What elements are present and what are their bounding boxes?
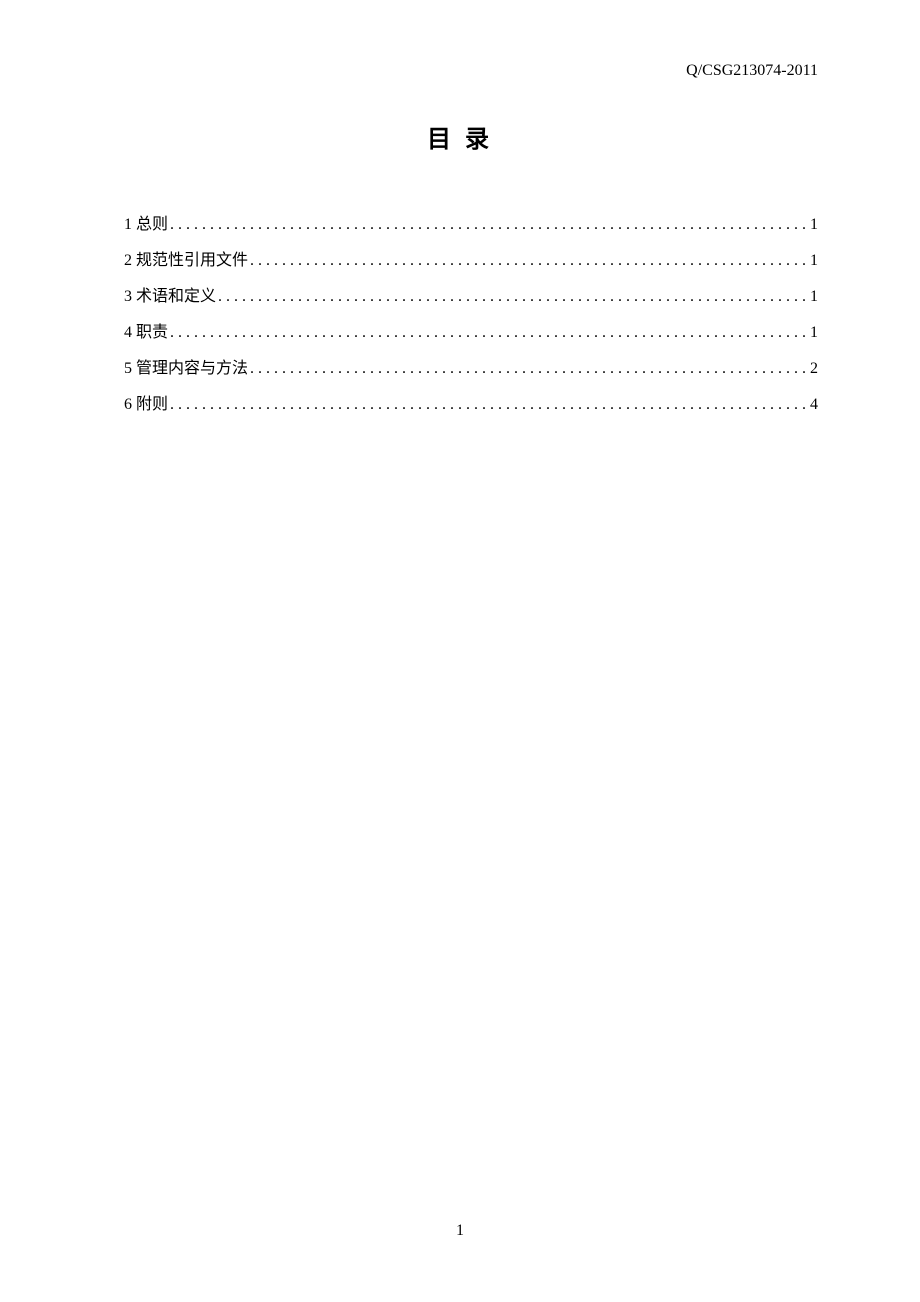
toc-entry-label: 6附则: [124, 390, 168, 414]
toc-entry: 6附则 4: [124, 390, 818, 414]
toc-entry-label: 1总则: [124, 210, 168, 234]
table-of-contents: 1总则 1 2规范性引用文件 1 3术语和定义 1 4职责 1 5管理内容与方法…: [124, 210, 818, 426]
toc-leader-dots: [250, 360, 808, 378]
toc-entry-page: 1: [810, 216, 818, 234]
page-number: 1: [0, 1222, 920, 1240]
toc-entry-page: 1: [810, 324, 818, 342]
toc-entry-label: 5管理内容与方法: [124, 354, 248, 378]
toc-entry: 1总则 1: [124, 210, 818, 234]
toc-entry-label: 3术语和定义: [124, 282, 216, 306]
toc-entry: 4职责 1: [124, 318, 818, 342]
toc-entry-page: 2: [810, 360, 818, 378]
toc-title: 目 录: [0, 119, 920, 154]
toc-leader-dots: [170, 324, 808, 342]
toc-leader-dots: [250, 252, 808, 270]
document-code: Q/CSG213074-2011: [686, 62, 818, 80]
toc-entry-label: 2规范性引用文件: [124, 246, 248, 270]
toc-entry: 5管理内容与方法 2: [124, 354, 818, 378]
toc-entry: 2规范性引用文件 1: [124, 246, 818, 270]
toc-leader-dots: [218, 288, 808, 306]
toc-leader-dots: [170, 396, 808, 414]
toc-leader-dots: [170, 216, 808, 234]
toc-entry-page: 1: [810, 252, 818, 270]
toc-entry-page: 1: [810, 288, 818, 306]
toc-entry-label: 4职责: [124, 318, 168, 342]
toc-entry: 3术语和定义 1: [124, 282, 818, 306]
toc-entry-page: 4: [810, 396, 818, 414]
